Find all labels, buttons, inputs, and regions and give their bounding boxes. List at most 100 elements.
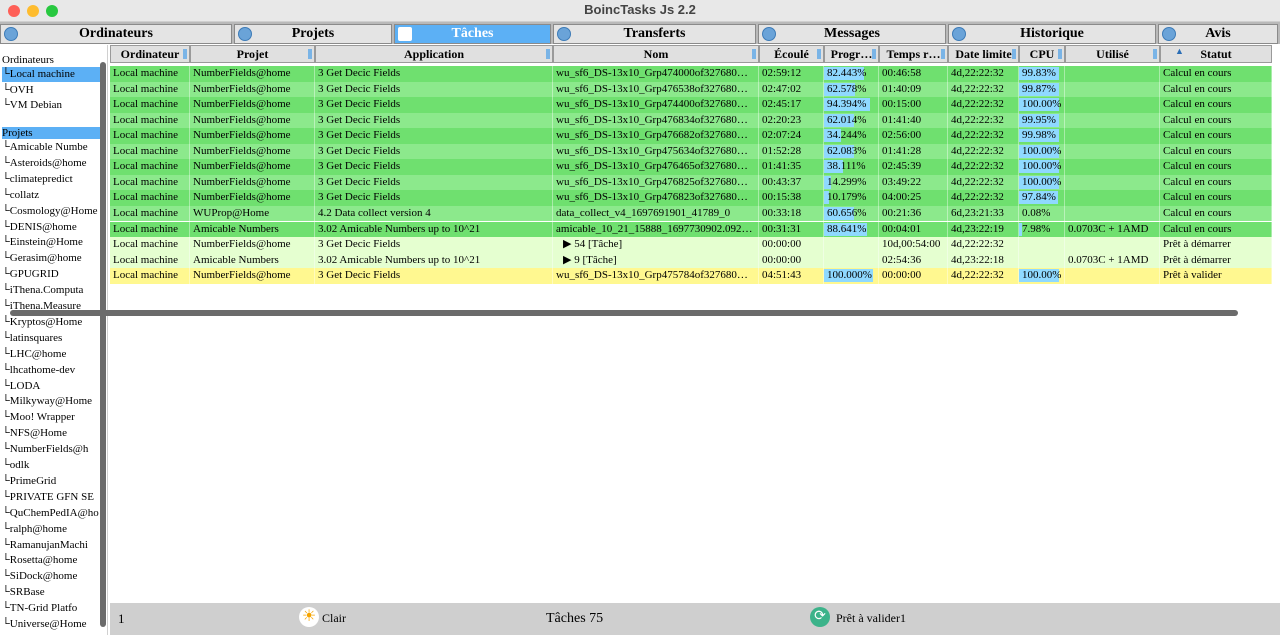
sidebar-project-item[interactable]: └Moo! Wrapper xyxy=(2,410,106,425)
sidebar-project-item[interactable]: └Milkyway@Home xyxy=(2,394,106,409)
table-row[interactable]: Local machine Amicable Numbers 3.02 Amicab… xyxy=(110,221,1272,237)
table-row[interactable]: Local machine NumberFields@home 3 Get Deci… xyxy=(110,159,1272,175)
sidebar-project-item[interactable]: └TN-Grid Platfo xyxy=(2,601,106,616)
table-row[interactable]: Local machine NumberFields@home 3 Get Deci… xyxy=(110,81,1272,98)
tab-tasks[interactable]: Tâches xyxy=(394,24,551,44)
column-resize-handle[interactable] xyxy=(1153,49,1157,59)
column-resize-handle[interactable] xyxy=(941,49,945,59)
sidebar-project-item[interactable]: └NumberFields@h xyxy=(2,442,106,457)
sidebar-project-item[interactable]: └Kryptos@Home xyxy=(2,315,106,330)
column-resize-handle[interactable] xyxy=(546,49,550,59)
column-header-remaining[interactable]: Temps r… xyxy=(879,45,948,63)
tab-notices[interactable]: Avis xyxy=(1158,24,1278,44)
table-row[interactable]: Local machine NumberFields@home 3 Get Deci… xyxy=(110,268,1272,284)
column-resize-handle[interactable] xyxy=(1058,49,1062,59)
table-row[interactable]: Local machine NumberFields@home 3 Get Deci… xyxy=(110,112,1272,129)
cell-status: Calcul en cours xyxy=(1160,97,1272,113)
sidebar-project-item[interactable]: └Einstein@Home xyxy=(2,235,106,250)
close-window-button[interactable] xyxy=(8,5,20,17)
sidebar-project-item[interactable]: └climatepredict xyxy=(2,172,106,187)
column-header-app[interactable]: Application xyxy=(315,45,553,63)
zoom-window-button[interactable] xyxy=(46,5,58,17)
sidebar-project-item[interactable]: └PRIVATE GFN SE xyxy=(2,490,106,505)
table-row[interactable]: Local machine NumberFields@home 3 Get Deci… xyxy=(110,174,1272,191)
minimize-window-button[interactable] xyxy=(27,5,39,17)
sidebar-project-item[interactable]: └LHC@home xyxy=(2,347,106,362)
sidebar-project-item[interactable]: └DENIS@home xyxy=(2,220,106,235)
theme-label[interactable]: Clair xyxy=(322,611,346,626)
table-row[interactable]: Local machine NumberFields@home 3 Get Deci… xyxy=(110,128,1272,144)
cell-elapsed: 02:20:23 xyxy=(759,112,824,129)
column-header-cpu[interactable]: CPU xyxy=(1019,45,1065,63)
sidebar-project-item[interactable]: └Rosetta@home xyxy=(2,553,106,568)
sidebar-project-item[interactable]: └RamanujanMachi xyxy=(2,538,106,553)
tab-projects[interactable]: Projets xyxy=(234,24,392,44)
sidebar-project-item[interactable]: └odlk xyxy=(2,458,106,473)
sidebar-project-item[interactable]: └LODA xyxy=(2,379,106,394)
sidebar-project-item[interactable]: └collatz xyxy=(2,188,106,203)
sidebar-scrollbar[interactable] xyxy=(100,62,106,627)
sidebar-project-item[interactable]: └SRBase xyxy=(2,585,106,600)
table-row[interactable]: Local machine Amicable Numbers 3.02 Amicab… xyxy=(110,252,1272,269)
column-resize-handle[interactable] xyxy=(752,49,756,59)
computers-header[interactable]: Ordinateurs xyxy=(2,54,54,66)
tab-history[interactable]: Historique xyxy=(948,24,1156,44)
sidebar-project-item[interactable]: └GPUGRID xyxy=(2,267,106,282)
sidebar-project-item[interactable]: └latinsquares xyxy=(2,331,106,346)
sidebar-project-item[interactable]: └Cosmology@Home xyxy=(2,204,106,219)
column-resize-handle[interactable] xyxy=(817,49,821,59)
sidebar-computer-item[interactable]: └Local machine xyxy=(2,67,106,82)
column-resize-handle[interactable] xyxy=(308,49,312,59)
projects-header[interactable]: Projets xyxy=(2,127,106,139)
column-header-deadline[interactable]: Date limite xyxy=(948,45,1019,63)
cell-computer: Local machine xyxy=(110,205,190,222)
sidebar-project-item[interactable]: └ralph@home xyxy=(2,522,106,537)
sidebar-project-item[interactable]: └QuChemPedIA@ho xyxy=(2,506,106,521)
refresh-icon[interactable]: ⟳ xyxy=(810,607,830,627)
column-header-computer[interactable]: Ordinateur xyxy=(110,45,190,63)
sidebar-project-item[interactable]: └Asteroids@home xyxy=(2,156,106,171)
table-row[interactable]: Local machine NumberFields@home 3 Get Deci… xyxy=(110,97,1272,113)
sidebar-project-item[interactable]: └lhcathome-dev xyxy=(2,363,106,378)
cell-computer: Local machine xyxy=(110,174,190,191)
table-row[interactable]: Local machine NumberFields@home 3 Get Deci… xyxy=(110,66,1272,82)
sidebar-project-item[interactable]: └Amicable Numbe xyxy=(2,140,106,155)
table-row[interactable]: Local machine NumberFields@home 3 Get Deci… xyxy=(110,143,1272,160)
cell-app: 3 Get Decic Fields xyxy=(315,268,553,284)
tab-transfers[interactable]: Transferts xyxy=(553,24,756,44)
column-resize-handle[interactable] xyxy=(183,49,187,59)
sidebar-project-item[interactable]: └Universe@Home xyxy=(2,617,106,632)
cell-status: Calcul en cours xyxy=(1160,143,1272,160)
column-header-elapsed[interactable]: Écoulé xyxy=(759,45,824,63)
column-header-name[interactable]: Nom xyxy=(553,45,759,63)
sidebar-project-item[interactable]: └Gerasim@home xyxy=(2,251,106,266)
tab-messages[interactable]: Messages xyxy=(758,24,946,44)
column-header-used[interactable]: Utilisé xyxy=(1065,45,1160,63)
table-row[interactable]: Local machine WUProp@Home 4.2 Data collect… xyxy=(110,205,1272,222)
sidebar-project-item[interactable]: └SiDock@home xyxy=(2,569,106,584)
cell-project: NumberFields@home xyxy=(190,81,315,98)
cell-name: wu_sf6_DS-13x10_Grp475634of327680… xyxy=(553,143,759,160)
cell-used xyxy=(1065,66,1160,82)
cell-name: wu_sf6_DS-13x10_Grp476823of327680… xyxy=(553,190,759,206)
tab-computer[interactable]: Ordinateurs xyxy=(0,24,232,44)
column-header-progress[interactable]: Progr… xyxy=(824,45,879,63)
tasks-icon xyxy=(398,27,412,41)
sun-icon[interactable]: ☀ xyxy=(299,607,319,627)
cell-used xyxy=(1065,205,1160,222)
tab-label: Transferts xyxy=(623,26,686,41)
column-header-project[interactable]: Projet xyxy=(190,45,315,63)
sidebar-project-item[interactable]: └PrimeGrid xyxy=(2,474,106,489)
cell-project: NumberFields@home xyxy=(190,237,315,253)
sidebar-project-item[interactable]: └iThena.Computa xyxy=(2,283,106,298)
column-resize-handle[interactable] xyxy=(1012,49,1016,59)
sidebar-project-item[interactable]: └NFS@Home xyxy=(2,426,106,441)
table-horizontal-scrollbar[interactable] xyxy=(10,310,1238,316)
sidebar-computer-item[interactable]: └OVH xyxy=(2,83,106,98)
table-row[interactable]: Local machine NumberFields@home 3 Get Deci… xyxy=(110,190,1272,206)
column-resize-handle[interactable] xyxy=(872,49,876,59)
cpu-text: 100.00% xyxy=(1022,98,1062,111)
cell-used xyxy=(1065,159,1160,175)
sidebar-computer-item[interactable]: └VM Debian xyxy=(2,98,106,113)
table-row[interactable]: Local machine NumberFields@home 3 Get Deci… xyxy=(110,237,1272,253)
